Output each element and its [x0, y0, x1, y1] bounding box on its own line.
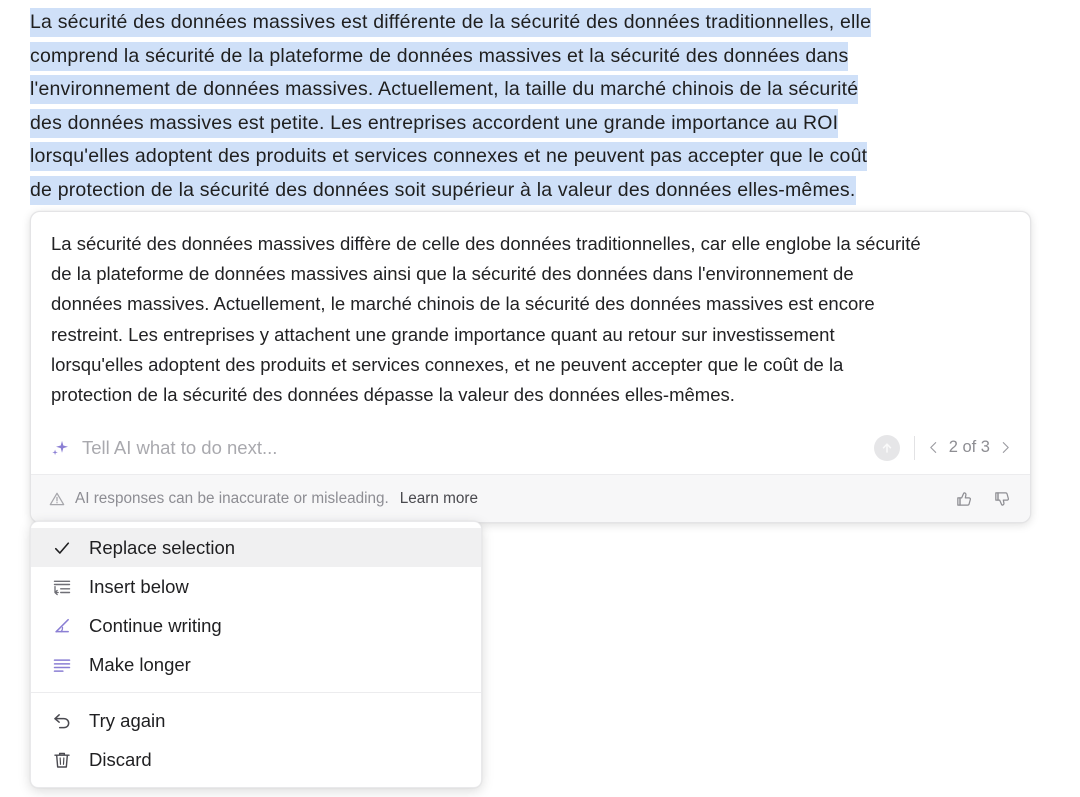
- ai-sparkle-icon: [49, 437, 71, 459]
- insert-below-icon: [51, 576, 73, 598]
- selected-text-line: lorsqu'elles adoptent des produits et se…: [30, 140, 1020, 174]
- ai-response-line: de la plateforme de données massives ain…: [51, 263, 854, 285]
- selection-highlight: lorsqu'elles adoptent des produits et se…: [30, 142, 868, 172]
- ai-prompt-row: 2 of 3: [31, 420, 1030, 474]
- menu-item-insert-below[interactable]: Insert below: [31, 567, 481, 606]
- selected-text-line: des données massives est petite. Les ent…: [30, 107, 1020, 141]
- selected-text-line: La sécurité des données massives est dif…: [30, 6, 1020, 40]
- menu-item-label: Make longer: [89, 653, 191, 675]
- continue-writing-icon: [51, 615, 73, 637]
- menu-item-make-longer[interactable]: Make longer: [31, 645, 481, 684]
- ai-submit-button[interactable]: [873, 434, 900, 461]
- check-icon: [51, 537, 73, 559]
- menu-item-label: Try again: [89, 709, 166, 731]
- ai-disclaimer-text: AI responses can be inaccurate or mislea…: [75, 489, 389, 507]
- selected-text-line: de protection de la sécurité des données…: [30, 174, 1020, 208]
- selected-text-line: comprend la sécurité de la plateforme de…: [30, 40, 1020, 74]
- selection-highlight: de protection de la sécurité des données…: [30, 175, 856, 205]
- learn-more-link[interactable]: Learn more: [400, 490, 478, 508]
- selected-text-line: l'environnement de données massives. Act…: [30, 73, 1020, 107]
- menu-item-label: Discard: [89, 748, 152, 770]
- selection-highlight: La sécurité des données massives est dif…: [30, 8, 872, 37]
- ai-response-body: La sécurité des données massives diffère…: [31, 212, 1030, 420]
- trash-icon: [51, 749, 73, 771]
- arrow-up-circle-icon: [882, 443, 891, 453]
- menu-divider: [31, 692, 481, 693]
- make-longer-icon: [51, 654, 73, 676]
- selection-highlight: comprend la sécurité de la plateforme de…: [30, 41, 849, 71]
- selected-source-paragraph[interactable]: La sécurité des données massives est dif…: [30, 0, 1020, 208]
- menu-item-replace-selection[interactable]: Replace selection: [31, 528, 481, 567]
- menu-item-label: Replace selection: [89, 536, 236, 558]
- undo-arrow-icon: [51, 710, 73, 732]
- thumbs-down-icon: [995, 491, 1010, 506]
- ai-response-line: restreint. Les entreprises y attachent u…: [51, 323, 835, 345]
- menu-item-discard[interactable]: Discard: [31, 740, 481, 779]
- ai-prompt-input[interactable]: [82, 436, 874, 459]
- selection-highlight: l'environnement de données massives. Act…: [30, 75, 859, 105]
- thumbs-up-icon: [957, 491, 972, 506]
- ai-response-card: La sécurité des données massives diffère…: [30, 211, 1031, 524]
- thumbs-up-button[interactable]: [954, 489, 974, 509]
- ai-disclaimer-footer: AI responses can be inaccurate or mislea…: [31, 474, 1030, 523]
- ai-response-line: lorsqu'elles adoptent des produits et se…: [51, 353, 844, 375]
- thumbs-down-button[interactable]: [992, 489, 1012, 509]
- pager-divider: [913, 435, 915, 460]
- menu-item-label: Continue writing: [89, 614, 222, 636]
- warning-triangle-icon: [49, 491, 65, 507]
- ai-response-line: protection de la sécurité des données dé…: [51, 384, 735, 406]
- feedback-controls: [954, 489, 1012, 509]
- chevron-left-icon: [929, 442, 936, 454]
- selection-highlight: des données massives est petite. Les ent…: [30, 108, 839, 138]
- pager-next-button[interactable]: [999, 441, 1012, 454]
- menu-item-continue-writing[interactable]: Continue writing: [31, 606, 481, 645]
- ai-action-menu: Replace selection Insert below Continue …: [30, 521, 482, 788]
- chevron-right-icon: [1002, 442, 1009, 454]
- response-pager: 2 of 3: [927, 438, 1016, 457]
- ai-response-line: La sécurité des données massives diffère…: [51, 233, 921, 254]
- pager-prev-button[interactable]: [927, 441, 940, 454]
- menu-item-try-again[interactable]: Try again: [31, 701, 481, 740]
- ai-response-line: données massives. Actuellement, le march…: [51, 293, 875, 315]
- pager-label: 2 of 3: [948, 438, 990, 457]
- menu-item-label: Insert below: [89, 575, 189, 597]
